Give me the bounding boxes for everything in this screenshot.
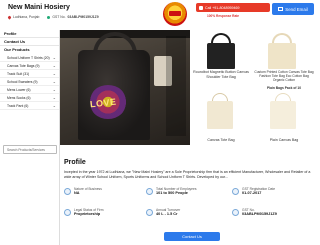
sidebar-item-track-suit[interactable]: Track Suit (31) ⌄ (0, 70, 59, 78)
certificate-icon (232, 209, 239, 216)
fact-text: Annual Turnover 40 L - 1.5 Cr (156, 208, 180, 217)
header: New Maini Hosiery Ludhiana, Punjab GST N… (0, 0, 320, 30)
document-icon (64, 209, 71, 216)
sidebar-link-profile[interactable]: Profile (0, 30, 59, 38)
fact-value: 01-07-2017 (242, 191, 262, 195)
sidebar-item-mens-lower[interactable]: Mens Lower (6) ⌄ (0, 86, 59, 94)
sidebar-item-label: Track Pant (6) (7, 103, 29, 108)
fact-nature-of-business: Nature of Business NA (64, 187, 144, 196)
sidebar-item-label: Canvas Tote Bags (9) (7, 63, 40, 68)
fact-gst-registration-date: GST Registration Date 01-07-2017 (232, 187, 312, 196)
product-thumb[interactable] (190, 90, 252, 131)
sidebar-item-track-pant[interactable]: Track Pant (6) ⌄ (0, 102, 59, 110)
fact-employees: Total Number of Employees 101 to 500 Peo… (146, 187, 226, 196)
location: Ludhiana, Punjab (7, 14, 40, 20)
products-heading: Our Products (0, 46, 59, 54)
product-thumb[interactable] (190, 30, 252, 71)
call-button[interactable]: Call +91-8048959469 (196, 3, 270, 12)
location-row: Ludhiana, Punjab GST No. 03ABLPM0159J1Z9 (7, 14, 99, 20)
fact-text: Total Number of Employees 101 to 500 Peo… (156, 187, 197, 196)
sidebar-item-label: School Uniform T Shirts (20) (7, 55, 50, 60)
fact-text: GST No. 03ABLPM0159J1Z9 (242, 208, 277, 217)
sidebar: Profile Contact Us Our Products School U… (0, 30, 60, 245)
company-logo[interactable] (163, 2, 187, 26)
profile-description: Incepted in the year 1972 at Ludhiana, w… (64, 170, 311, 179)
sidebar-link-contact-us[interactable]: Contact Us (0, 38, 59, 46)
rupee-icon (146, 209, 153, 216)
fact-annual-turnover: Annual Turnover 40 L - 1.5 Cr (146, 208, 226, 217)
hero-product-image[interactable]: LOVE (60, 30, 190, 145)
sidebar-item-school-sweaters[interactable]: School Sweaters (9) ⌄ (0, 78, 59, 86)
search-placeholder: Search Products/Services (7, 147, 45, 152)
phone-icon (199, 5, 203, 10)
response-rate: 100% Response Rate (207, 14, 240, 18)
chevron-down-icon: ⌄ (52, 63, 56, 68)
brand-name[interactable]: New Maini Hosiery (8, 4, 70, 11)
calendar-icon (232, 188, 239, 195)
bag-image (270, 101, 296, 129)
product-label[interactable]: Custom Printed Cotton Canvas Tote Bag Fa… (253, 70, 315, 82)
gst-value: 03ABLPM0159J1Z9 (67, 15, 99, 19)
call-number: Call +91-8048959469 (205, 5, 240, 10)
product-label[interactable]: Roundbot Magnetic Button Canvas Shoulder… (190, 70, 252, 79)
gst-badge-icon (47, 15, 51, 19)
bag-image (268, 43, 296, 69)
contact-us-button[interactable]: Contact Us (164, 232, 220, 241)
fact-legal-status: Legal Status of Firm Proprietorship (64, 208, 144, 217)
products-heading-label: Our Products (4, 47, 30, 52)
fact-gst-number: GST No. 03ABLPM0159J1Z9 (232, 208, 312, 217)
people-icon (146, 188, 153, 195)
product-caption: Plain Bags Pack of 10 (266, 86, 302, 90)
send-email-button[interactable]: Send Email (272, 3, 314, 15)
location-text: Ludhiana, Punjab (13, 15, 40, 19)
briefcase-icon (64, 188, 71, 195)
chevron-down-icon: ⌄ (52, 79, 56, 84)
fact-value: NA (74, 191, 80, 195)
sidebar-item-canvas-tote-bags[interactable]: Canvas Tote Bags (9) ⌄ (0, 62, 59, 70)
product-label[interactable]: Canvas Tote Bag (190, 138, 252, 143)
sidebar-item-label: School Sweaters (9) (7, 79, 38, 84)
fact-value: 03ABLPM0159J1Z9 (242, 212, 277, 216)
send-email-label: Send Email (285, 6, 308, 12)
sidebar-item-school-uniform-t-shirts[interactable]: School Uniform T Shirts (20) ⌄ (0, 54, 59, 62)
bag-image (207, 43, 235, 69)
chevron-down-icon: ⌄ (52, 71, 56, 76)
sidebar-item-label: Track Suit (31) (7, 71, 30, 76)
product-label[interactable]: Plain Canvas Bag (253, 138, 315, 143)
chevron-down-icon: ⌄ (52, 95, 56, 100)
chevron-down-icon: ⌄ (52, 55, 56, 60)
fact-value: 40 L - 1.5 Cr (156, 212, 178, 216)
gst-info: GST No. 03ABLPM0159J1Z9 (47, 15, 99, 19)
product-thumb[interactable] (253, 30, 315, 71)
chevron-down-icon: ⌄ (52, 87, 56, 92)
search-input[interactable]: Search Products/Services (3, 145, 57, 154)
mail-icon (278, 7, 284, 11)
image-shadow (166, 36, 186, 136)
location-pin-icon (7, 14, 12, 20)
fact-text: Nature of Business NA (74, 187, 102, 196)
fact-value: Proprietorship (74, 212, 101, 216)
fact-text: GST Registration Date 01-07-2017 (242, 187, 275, 196)
sidebar-item-label: Mens Lower (6) (7, 87, 31, 92)
sidebar-item-label: Mens Socks (6) (7, 95, 31, 100)
profile-title: Profile (64, 159, 86, 166)
sidebar-item-mens-socks[interactable]: Mens Socks (6) ⌄ (0, 94, 59, 102)
fact-value: 101 to 500 People (156, 191, 188, 195)
product-thumb[interactable] (253, 90, 315, 131)
fact-text: Legal Status of Firm Proprietorship (74, 208, 104, 217)
bag-image (207, 101, 233, 129)
chevron-down-icon: ⌄ (52, 103, 56, 108)
gst-label: GST No. (52, 15, 66, 19)
